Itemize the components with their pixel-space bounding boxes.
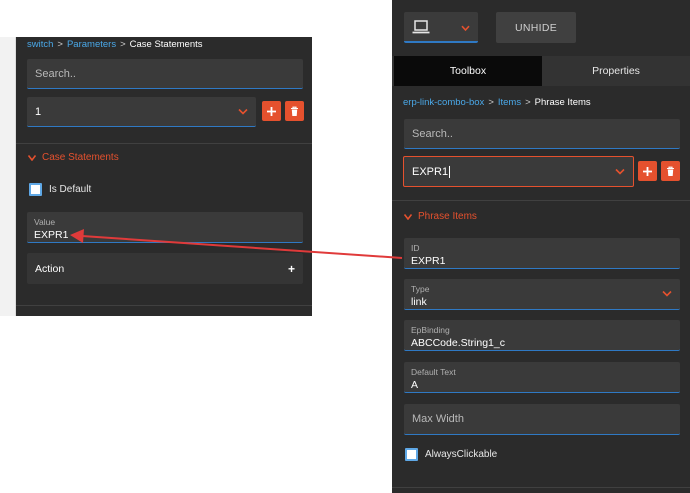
trash-icon [291, 106, 298, 116]
default-text-field[interactable]: Default Text A [404, 362, 680, 393]
combo-selected-text: EXPR1 [412, 165, 449, 178]
value-field-value: EXPR1 [34, 229, 69, 241]
breadcrumb-separator: > [525, 97, 531, 108]
breadcrumb-link-items[interactable]: Items [498, 97, 521, 108]
combo-selected-value: 1 [35, 105, 42, 118]
section-divider [16, 305, 312, 306]
triangle-down-icon [28, 154, 36, 161]
value-field[interactable]: Value EXPR1 [27, 212, 303, 243]
breadcrumb-separator: > [488, 97, 494, 108]
section-divider [392, 200, 690, 201]
max-width-placeholder: Max Width [412, 413, 464, 425]
item-select-combo[interactable]: 1 [27, 97, 256, 127]
delete-button[interactable] [661, 161, 680, 181]
default-text-field-value: A [411, 379, 419, 391]
breadcrumb-separator: > [57, 39, 63, 50]
chevron-down-icon [238, 108, 248, 115]
always-clickable-checkbox[interactable] [405, 448, 418, 461]
text-caret [449, 165, 451, 178]
chevron-down-icon [662, 290, 672, 297]
breadcrumb: switch > Parameters > Case Statements [27, 39, 203, 50]
tab-toolbox[interactable]: Toolbox [394, 56, 542, 86]
id-field[interactable]: ID EXPR1 [404, 238, 680, 269]
device-select[interactable] [404, 12, 478, 43]
search-input[interactable]: Search.. [404, 119, 680, 149]
chevron-down-icon [615, 168, 625, 175]
section-divider [392, 487, 690, 488]
add-button[interactable] [262, 101, 281, 121]
plus-icon [643, 166, 652, 176]
breadcrumb-separator: > [120, 39, 126, 50]
epbinding-field-label: EpBinding [411, 325, 450, 335]
left-properties-panel: switch > Parameters > Case Statements Search… [0, 37, 312, 316]
plus-icon [267, 106, 276, 116]
action-row[interactable]: Action + [27, 253, 303, 284]
trash-icon [667, 166, 674, 176]
breadcrumb-link-parameters[interactable]: Parameters [67, 39, 116, 50]
section-header-phrase-items[interactable]: Phrase Items [404, 211, 477, 222]
phrase-item-select-combo[interactable]: EXPR1 [403, 156, 634, 187]
plus-icon[interactable]: + [288, 262, 295, 276]
add-button[interactable] [638, 161, 657, 181]
triangle-down-icon [404, 213, 412, 220]
id-field-label: ID [411, 243, 420, 253]
breadcrumb-link-switch[interactable]: switch [27, 39, 53, 50]
breadcrumb-current: Case Statements [129, 39, 203, 50]
epbinding-field[interactable]: EpBinding ABCCode.String1_c [404, 320, 680, 351]
max-width-input[interactable]: Max Width [404, 404, 680, 435]
search-input[interactable]: Search.. [27, 59, 303, 89]
search-placeholder: Search.. [35, 67, 76, 80]
left-panel-gutter [0, 37, 16, 316]
laptop-icon [412, 20, 430, 34]
delete-button[interactable] [285, 101, 304, 121]
combo-selected-value: EXPR1 [412, 165, 451, 178]
epbinding-field-value: ABCCode.String1_c [411, 337, 505, 349]
id-field-value: EXPR1 [411, 255, 446, 267]
breadcrumb: erp-link-combo-box > Items > Phrase Items [403, 97, 591, 108]
section-divider [16, 143, 312, 144]
left-panel-body: switch > Parameters > Case Statements Search… [16, 37, 312, 316]
right-properties-panel: UNHIDE Toolbox Properties erp-link-combo… [392, 0, 690, 493]
is-default-label: Is Default [49, 184, 92, 195]
breadcrumb-current: Phrase Items [534, 97, 591, 108]
section-title: Phrase Items [418, 211, 477, 222]
always-clickable-row: AlwaysClickable [405, 448, 497, 461]
type-field-value: link [411, 296, 427, 308]
default-text-field-label: Default Text [411, 367, 456, 377]
action-label: Action [35, 262, 65, 275]
top-toolbar: UNHIDE [392, 0, 690, 56]
value-field-label: Value [34, 217, 56, 227]
breadcrumb-link-erp-link-combo-box[interactable]: erp-link-combo-box [403, 97, 484, 108]
panel-tabs: Toolbox Properties [392, 56, 690, 86]
section-header-case-statements[interactable]: Case Statements [28, 152, 119, 163]
is-default-row: Is Default [29, 183, 91, 196]
type-field[interactable]: Type link [404, 279, 680, 310]
search-placeholder: Search.. [412, 127, 453, 140]
type-field-label: Type [411, 284, 430, 294]
unhide-button[interactable]: UNHIDE [496, 12, 576, 43]
chevron-down-icon [461, 25, 470, 32]
section-title: Case Statements [42, 152, 119, 163]
always-clickable-label: AlwaysClickable [425, 449, 498, 460]
tab-properties[interactable]: Properties [542, 56, 690, 86]
is-default-checkbox[interactable] [29, 183, 42, 196]
